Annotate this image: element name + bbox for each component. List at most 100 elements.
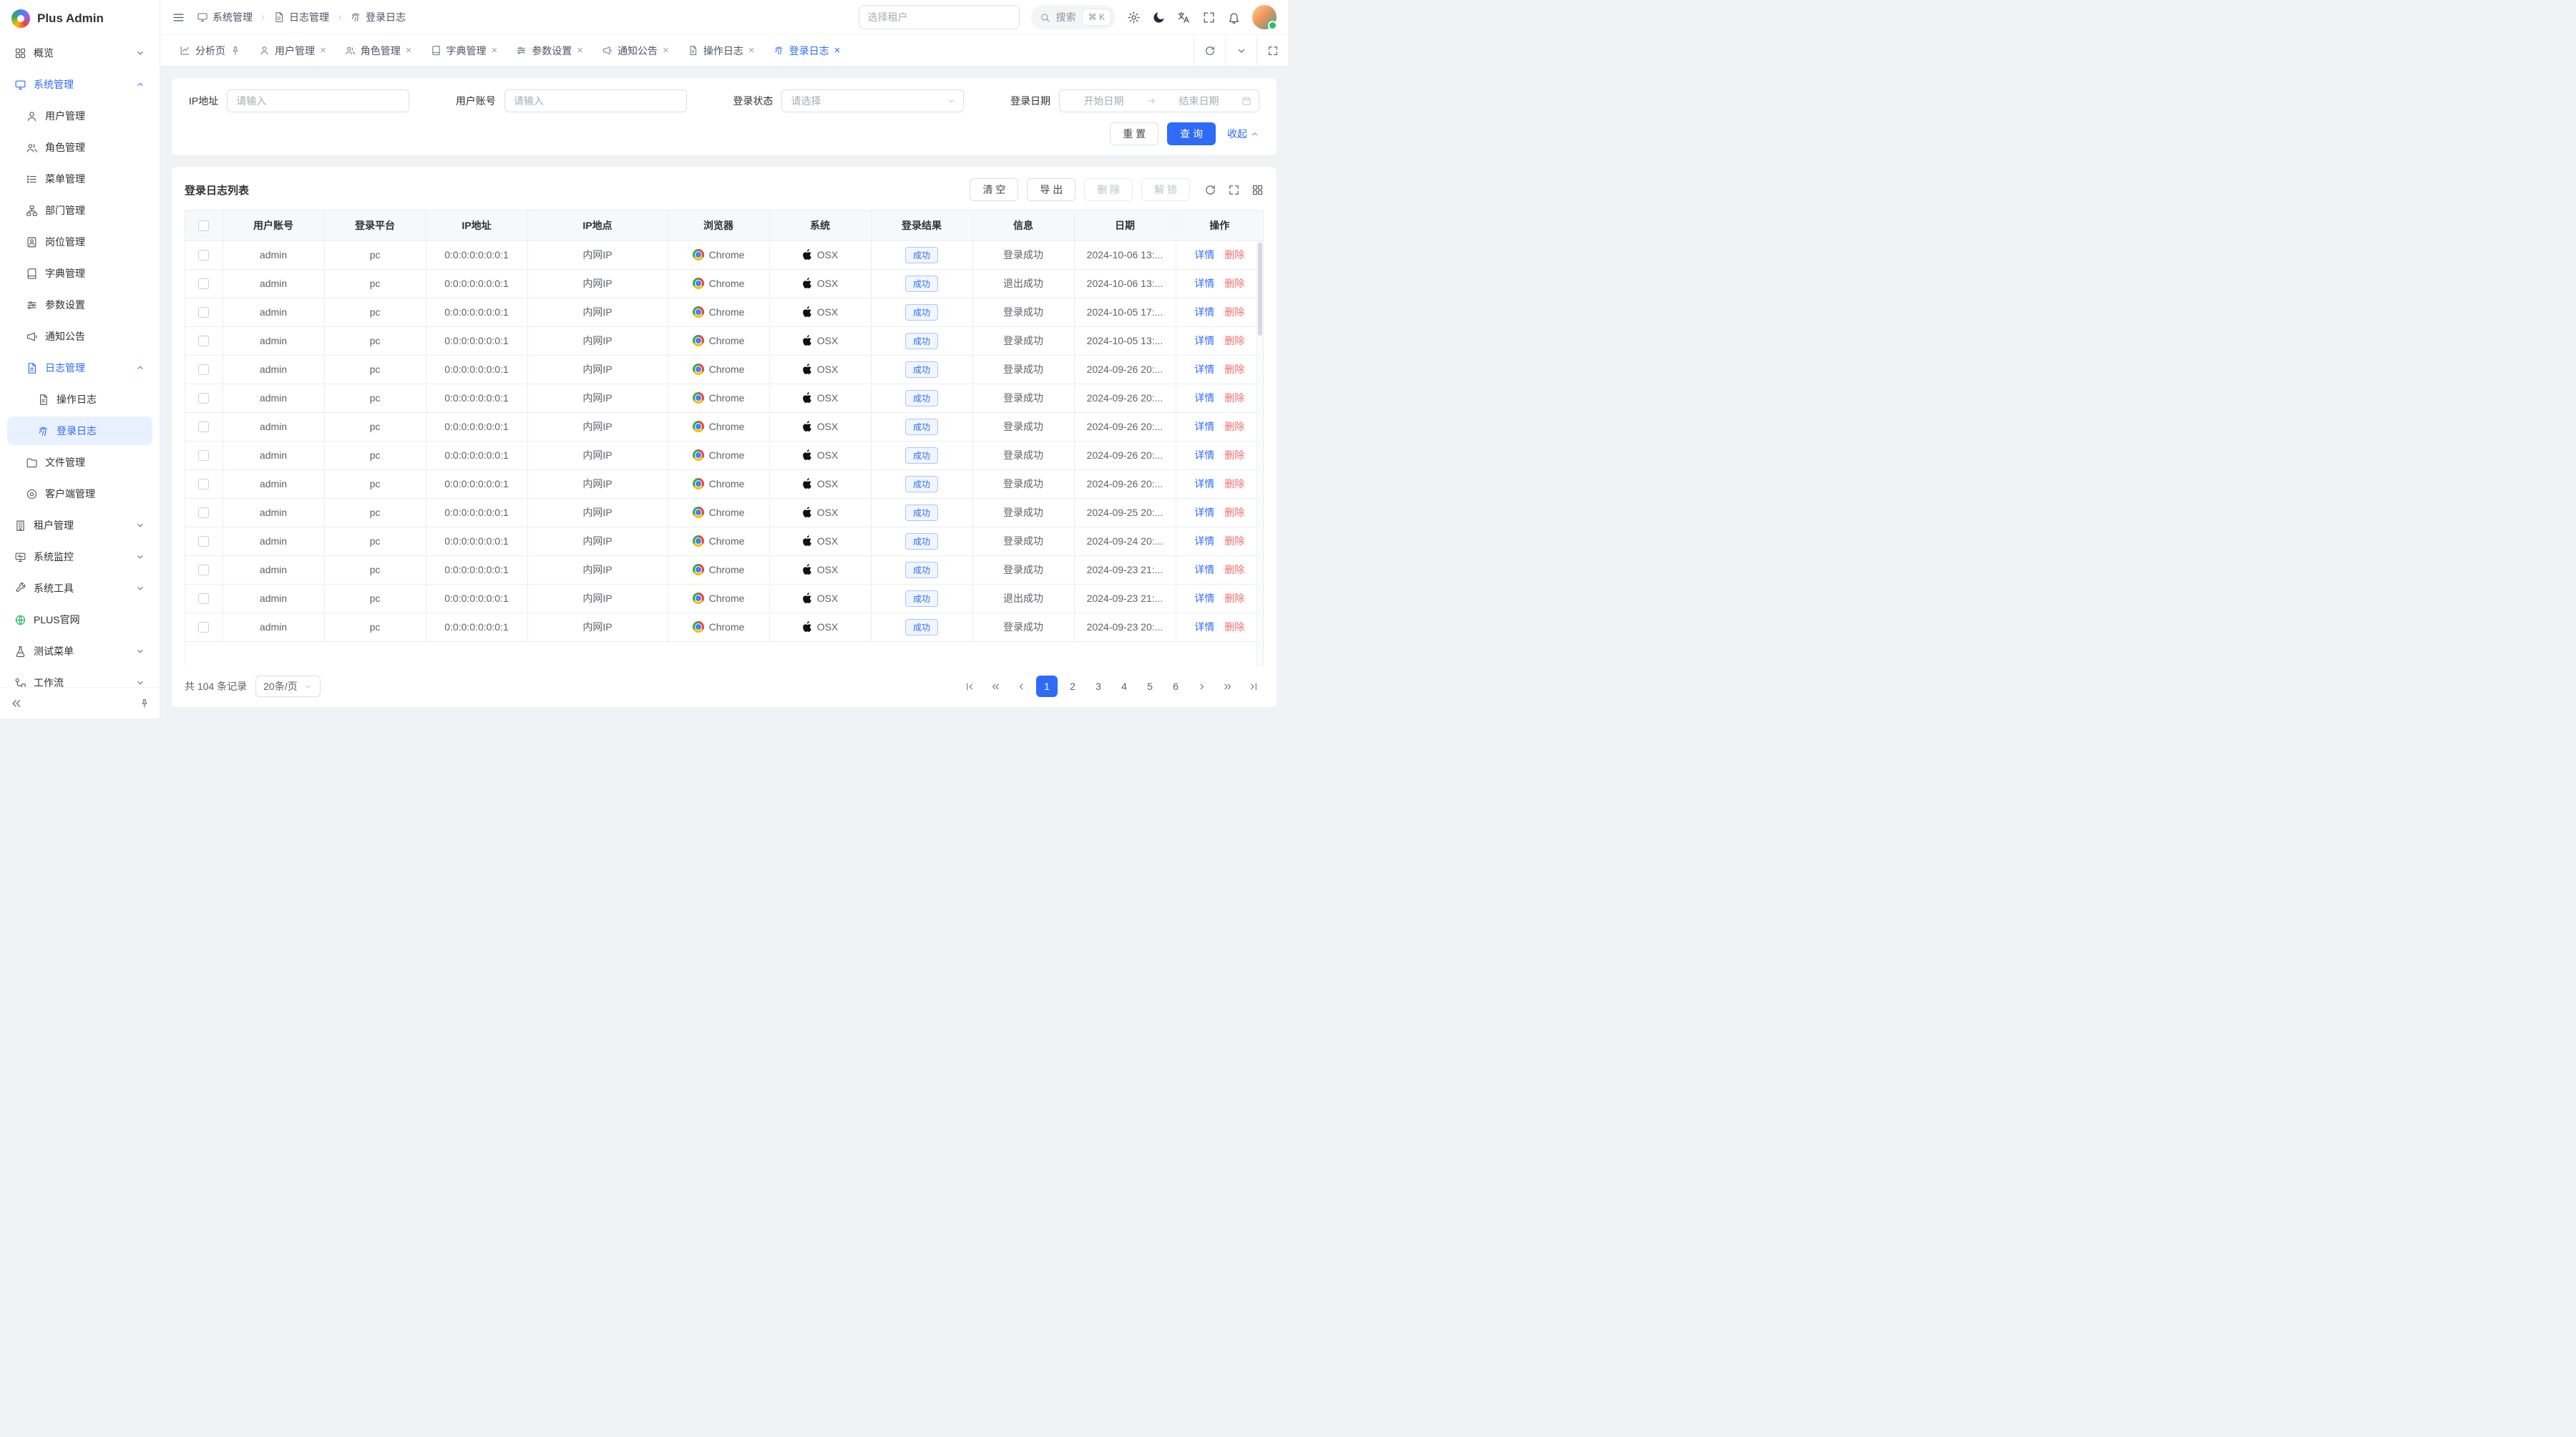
- delete-link[interactable]: 删除: [1224, 505, 1244, 520]
- tab-login-log[interactable]: 登录日志×: [764, 35, 850, 66]
- notifications-button[interactable]: [1227, 11, 1241, 24]
- collapse-filter-link[interactable]: 收起: [1227, 127, 1259, 141]
- date-range-picker[interactable]: 开始日期结束日期: [1059, 89, 1259, 112]
- sidebar-item-tools[interactable]: 系统工具: [7, 574, 152, 603]
- row-checkbox[interactable]: [198, 622, 209, 633]
- detail-link[interactable]: 详情: [1194, 362, 1214, 376]
- row-checkbox[interactable]: [198, 479, 209, 489]
- delete-link[interactable]: 删除: [1224, 534, 1244, 548]
- tab-close-icon[interactable]: ×: [406, 45, 412, 56]
- delete-button[interactable]: 删 除: [1084, 178, 1133, 201]
- page-button-6[interactable]: 6: [1165, 676, 1186, 697]
- delete-link[interactable]: 删除: [1224, 276, 1244, 291]
- row-checkbox[interactable]: [198, 336, 209, 346]
- tabs-refresh-button[interactable]: [1194, 35, 1225, 66]
- detail-link[interactable]: 详情: [1194, 477, 1214, 491]
- tab-analysis[interactable]: 分析页: [170, 35, 250, 66]
- detail-link[interactable]: 详情: [1194, 248, 1214, 262]
- page-button-5[interactable]: 5: [1139, 676, 1161, 697]
- sidebar-toggle-button[interactable]: [172, 11, 185, 24]
- sidebar-item-files[interactable]: 文件管理: [7, 448, 152, 477]
- breadcrumb-item[interactable]: 日志管理: [273, 10, 329, 24]
- delete-link[interactable]: 删除: [1224, 391, 1244, 405]
- detail-link[interactable]: 详情: [1194, 419, 1214, 434]
- status-select[interactable]: 请选择: [781, 89, 964, 112]
- detail-link[interactable]: 详情: [1194, 620, 1214, 634]
- tabs-menu-button[interactable]: [1225, 35, 1257, 66]
- row-checkbox[interactable]: [198, 393, 209, 404]
- breadcrumb-item[interactable]: 系统管理: [197, 10, 253, 24]
- tab-close-icon[interactable]: ×: [492, 45, 498, 56]
- tab-close-icon[interactable]: ×: [663, 45, 669, 56]
- sidebar-item-users[interactable]: 用户管理: [7, 102, 152, 130]
- detail-link[interactable]: 详情: [1194, 276, 1214, 291]
- detail-link[interactable]: 详情: [1194, 448, 1214, 462]
- content-fullscreen-button[interactable]: [1257, 35, 1288, 66]
- sidebar-item-overview[interactable]: 概览: [7, 39, 152, 67]
- next-pages-button[interactable]: [1216, 676, 1238, 697]
- table-scrollbar[interactable]: [1257, 241, 1263, 666]
- page-button-1[interactable]: 1: [1036, 676, 1058, 697]
- detail-link[interactable]: 详情: [1194, 333, 1214, 348]
- sidebar-item-logs[interactable]: 日志管理: [7, 354, 152, 382]
- settings-button[interactable]: [1127, 11, 1141, 24]
- page-button-2[interactable]: 2: [1062, 676, 1083, 697]
- table-fullscreen-button[interactable]: [1228, 184, 1240, 196]
- sidebar-item-clients[interactable]: 客户端管理: [7, 479, 152, 508]
- sidebar-item-plus-site[interactable]: PLUS官网: [7, 605, 152, 634]
- sidebar-item-dict[interactable]: 字典管理: [7, 259, 152, 288]
- detail-link[interactable]: 详情: [1194, 534, 1214, 548]
- delete-link[interactable]: 删除: [1224, 448, 1244, 462]
- row-checkbox[interactable]: [198, 536, 209, 547]
- detail-link[interactable]: 详情: [1194, 591, 1214, 605]
- avatar[interactable]: [1252, 5, 1277, 29]
- delete-link[interactable]: 删除: [1224, 362, 1244, 376]
- sidebar-item-tenants[interactable]: 租户管理: [7, 511, 152, 540]
- delete-link[interactable]: 删除: [1224, 591, 1244, 605]
- row-checkbox[interactable]: [198, 450, 209, 461]
- sidebar-item-posts[interactable]: 岗位管理: [7, 228, 152, 256]
- delete-link[interactable]: 删除: [1224, 419, 1244, 434]
- page-button-4[interactable]: 4: [1113, 676, 1135, 697]
- first-page-button[interactable]: [959, 676, 980, 697]
- detail-link[interactable]: 详情: [1194, 562, 1214, 577]
- tab-close-icon[interactable]: ×: [577, 45, 583, 56]
- sidebar-item-workflow[interactable]: 工作流: [7, 668, 152, 687]
- ip-input[interactable]: [227, 89, 409, 112]
- last-page-button[interactable]: [1242, 676, 1264, 697]
- delete-link[interactable]: 删除: [1224, 620, 1244, 634]
- row-checkbox[interactable]: [198, 278, 209, 289]
- sidebar-item-op-log[interactable]: 操作日志: [7, 385, 152, 414]
- delete-link[interactable]: 删除: [1224, 562, 1244, 577]
- delete-link[interactable]: 删除: [1224, 477, 1244, 491]
- column-settings-button[interactable]: [1252, 184, 1264, 196]
- row-checkbox[interactable]: [198, 250, 209, 260]
- tab-op-log[interactable]: 操作日志×: [678, 35, 764, 66]
- sidebar-item-roles[interactable]: 角色管理: [7, 133, 152, 162]
- sidebar-item-test[interactable]: 测试菜单: [7, 637, 152, 666]
- delete-link[interactable]: 删除: [1224, 305, 1244, 319]
- prev-page-button[interactable]: [1010, 676, 1032, 697]
- next-page-button[interactable]: [1191, 676, 1212, 697]
- tenant-select[interactable]: [859, 5, 1020, 29]
- account-input[interactable]: [504, 89, 687, 112]
- clear-button[interactable]: 清 空: [970, 178, 1018, 201]
- page-size-select[interactable]: 20条/页: [255, 676, 320, 697]
- detail-link[interactable]: 详情: [1194, 505, 1214, 520]
- row-checkbox[interactable]: [198, 507, 209, 518]
- language-button[interactable]: [1177, 11, 1191, 24]
- collapse-sidebar-button[interactable]: [10, 697, 23, 710]
- row-checkbox[interactable]: [198, 364, 209, 375]
- tab-close-icon[interactable]: ×: [320, 45, 326, 56]
- delete-link[interactable]: 删除: [1224, 333, 1244, 348]
- select-all-checkbox[interactable]: [198, 220, 209, 231]
- tab-users[interactable]: 用户管理×: [250, 35, 336, 66]
- tab-close-icon[interactable]: ×: [748, 45, 755, 56]
- fullscreen-button[interactable]: [1202, 11, 1216, 24]
- sidebar-item-login-log[interactable]: 登录日志: [7, 417, 152, 445]
- tab-roles[interactable]: 角色管理×: [336, 35, 421, 66]
- export-button[interactable]: 导 出: [1027, 178, 1075, 201]
- tab-dict[interactable]: 字典管理×: [421, 35, 507, 66]
- detail-link[interactable]: 详情: [1194, 305, 1214, 319]
- table-refresh-button[interactable]: [1204, 184, 1216, 196]
